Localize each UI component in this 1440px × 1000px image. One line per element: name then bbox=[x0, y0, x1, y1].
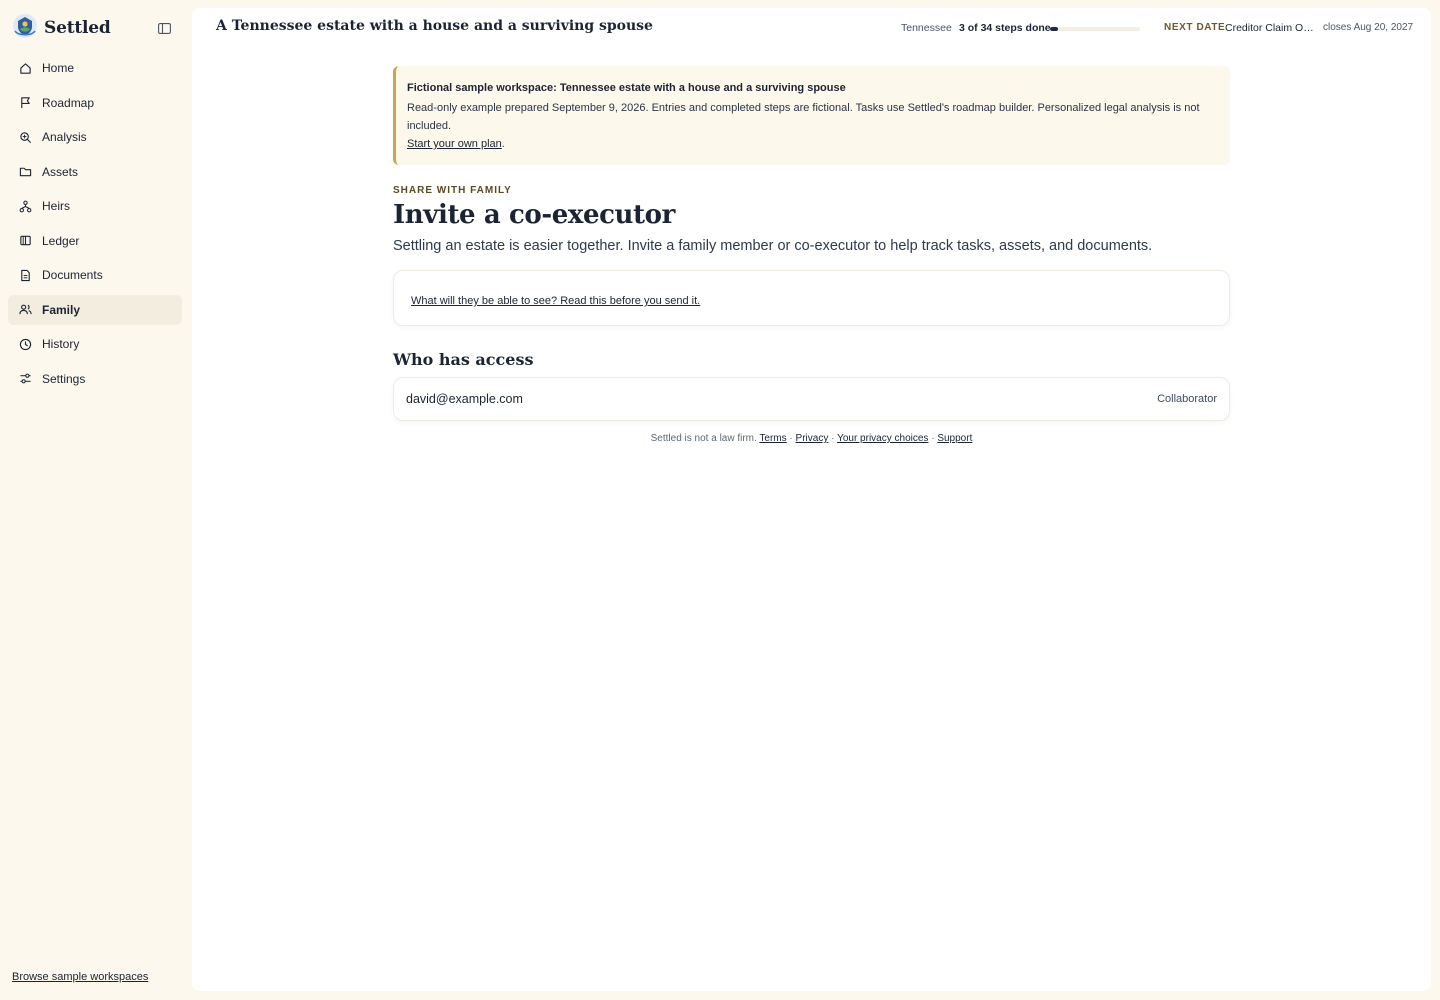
footer-separator: · bbox=[931, 433, 935, 444]
state-label: Tennessee bbox=[901, 22, 952, 34]
sidebar-item-label: Documents bbox=[42, 268, 103, 282]
columns-icon bbox=[20, 235, 31, 246]
sidebar-item-history[interactable]: History bbox=[8, 329, 182, 359]
start-your-own-plan-link[interactable]: Start your own plan bbox=[407, 138, 502, 150]
sidebar-toggle-icon bbox=[157, 22, 171, 34]
sidebar-item-ledger[interactable]: Ledger bbox=[8, 226, 182, 256]
sidebar-item-label: Ledger bbox=[42, 233, 80, 248]
sidebar-item-label: Heirs bbox=[42, 199, 71, 213]
sidebar-item-label: Analysis bbox=[42, 130, 87, 144]
privacy-choices-link[interactable]: Your privacy choices bbox=[837, 433, 928, 444]
sidebar-item-label: Settings bbox=[42, 371, 86, 386]
sidebar-item-settings[interactable]: Settings bbox=[8, 364, 182, 394]
sidebar-item-analysis[interactable]: Analysis bbox=[8, 122, 182, 152]
visibility-info-card: What will they be able to see? Read this… bbox=[393, 270, 1230, 326]
clock-icon bbox=[19, 338, 32, 350]
sidebar-item-assets[interactable]: Assets bbox=[8, 157, 182, 187]
sidebar-item-label: History bbox=[42, 337, 80, 351]
sidebar-collapse-button[interactable] bbox=[156, 20, 172, 36]
next-date-label: NEXT DATE bbox=[1164, 22, 1226, 33]
users-icon bbox=[19, 304, 32, 315]
top-bar: A Tennessee estate with a house and a su… bbox=[192, 8, 1431, 48]
page-title: Invite a co-executor bbox=[393, 200, 675, 230]
sidebar: Settled Home Roadmap Analysis Assets Hei… bbox=[0, 0, 192, 1000]
settled-logo-icon bbox=[12, 13, 38, 44]
browse-sample-workspaces-link[interactable]: Browse sample workspaces bbox=[12, 971, 148, 983]
footer-disclaimer: Settled is not a law firm. bbox=[650, 433, 757, 444]
estate-title: A Tennessee estate with a house and a su… bbox=[216, 18, 653, 34]
sidebar-item-home[interactable]: Home bbox=[8, 53, 182, 83]
notice-link-suffix: . bbox=[501, 138, 505, 150]
family-tree-icon bbox=[19, 200, 32, 212]
steps-progress-fill bbox=[1050, 27, 1058, 31]
access-row: david@example.com Collaborator bbox=[393, 377, 1230, 421]
footer-separator: · bbox=[789, 433, 793, 444]
sample-workspace-notice: Fictional sample workspace: Tennessee es… bbox=[393, 66, 1230, 165]
sidebar-nav: Home Roadmap Analysis Assets Heirs Ledge… bbox=[8, 53, 182, 398]
sidebar-item-family[interactable]: Family bbox=[8, 294, 182, 325]
footer: Settled is not a law firm. Terms · Priva… bbox=[393, 433, 1230, 444]
steps-progress-label: 3 of 34 steps done bbox=[959, 22, 1051, 34]
sidebar-item-label: Assets bbox=[42, 164, 79, 179]
access-role: Collaborator bbox=[1157, 393, 1217, 405]
access-email: david@example.com bbox=[406, 392, 523, 406]
next-date-task[interactable]: Creditor Claim Out... bbox=[1225, 22, 1319, 34]
brand[interactable]: Settled bbox=[12, 13, 111, 44]
footer-separator: · bbox=[831, 433, 835, 444]
notice-body-text: Read-only example prepared September 9, … bbox=[407, 102, 1200, 132]
terms-link[interactable]: Terms bbox=[759, 433, 786, 444]
next-date-close: closes Aug 20, 2027 bbox=[1323, 22, 1414, 33]
privacy-link[interactable]: Privacy bbox=[796, 433, 829, 444]
support-link[interactable]: Support bbox=[937, 433, 972, 444]
sliders-icon bbox=[20, 373, 31, 384]
page-eyebrow: SHARE WITH FAMILY bbox=[393, 185, 512, 196]
document-icon bbox=[21, 269, 30, 281]
sidebar-item-heirs[interactable]: Heirs bbox=[8, 191, 182, 221]
steps-progress-bar bbox=[1050, 27, 1140, 31]
page-subtitle: Settling an estate is easier together. I… bbox=[393, 238, 1153, 254]
sidebar-item-roadmap[interactable]: Roadmap bbox=[8, 88, 182, 118]
flag-icon bbox=[21, 97, 30, 109]
sidebar-item-documents[interactable]: Documents bbox=[8, 260, 182, 290]
sidebar-item-label: Home bbox=[42, 61, 75, 75]
folder-icon bbox=[19, 167, 32, 177]
visibility-info-link[interactable]: What will they be able to see? Read this… bbox=[411, 295, 700, 307]
main-panel: A Tennessee estate with a house and a su… bbox=[192, 8, 1431, 991]
zoom-search-icon bbox=[20, 131, 32, 143]
sidebar-item-label: Roadmap bbox=[42, 95, 95, 110]
page-content: Fictional sample workspace: Tennessee es… bbox=[393, 66, 1230, 444]
notice-title: Fictional sample workspace: Tennessee es… bbox=[407, 82, 846, 94]
home-icon bbox=[20, 62, 31, 74]
sidebar-item-label: Family bbox=[42, 302, 81, 317]
brand-name: Settled bbox=[44, 18, 111, 38]
access-section-title: Who has access bbox=[393, 350, 534, 369]
notice-body: Read-only example prepared September 9, … bbox=[407, 99, 1216, 153]
